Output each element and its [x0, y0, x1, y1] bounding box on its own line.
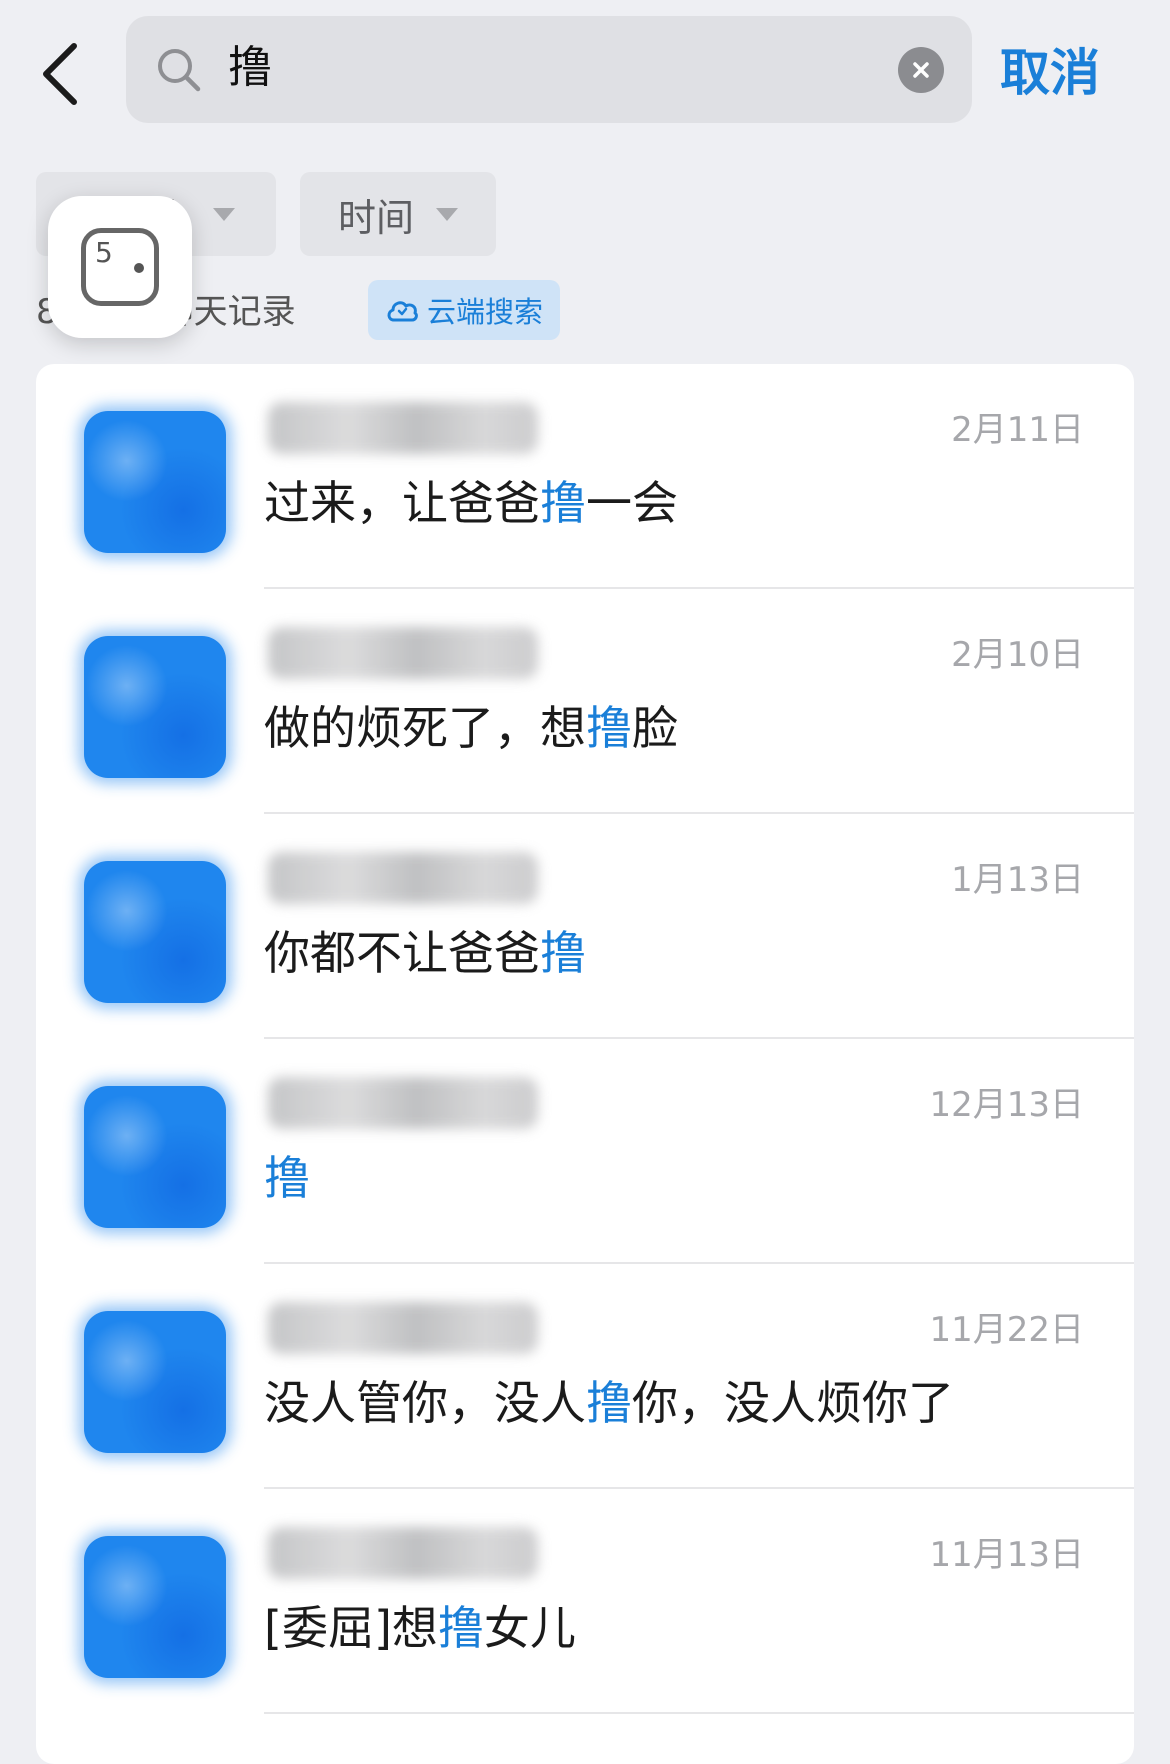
- message-date: 2月10日: [951, 635, 1084, 675]
- message-snippet: 你都不让爸爸撸: [264, 926, 586, 980]
- contact-name-blurred: [268, 852, 538, 904]
- divider: [264, 1712, 1134, 1714]
- message-snippet: 没人管你，没人撸你，没人烦你了: [264, 1376, 954, 1430]
- caret-down-icon: [213, 207, 235, 221]
- message-snippet: 撸: [264, 1145, 310, 1211]
- cloud-search-label: 云端搜索: [426, 295, 543, 329]
- contact-name-blurred: [268, 1527, 538, 1579]
- back-button[interactable]: [30, 34, 90, 114]
- list-item[interactable]: 2月10日 做的烦死了，想撸脸: [36, 589, 1134, 814]
- keyword-highlight: 撸: [264, 1151, 310, 1205]
- badge-dot: [134, 263, 144, 273]
- list-item[interactable]: 2月11日 过来，让爸爸撸一会: [36, 364, 1134, 589]
- message-date: 11月22日: [929, 1310, 1084, 1350]
- message-date: 2月11日: [951, 410, 1084, 450]
- avatar: [84, 861, 226, 1003]
- avatar: [84, 636, 226, 778]
- cancel-button[interactable]: 取消: [1000, 38, 1100, 108]
- contact-name-blurred: [268, 1077, 538, 1129]
- results-list: 2月11日 过来，让爸爸撸一会 2月10日 做的烦死了，想撸脸 1月13日 你都…: [36, 364, 1134, 1764]
- message-snippet: [委屈]想撸女儿: [264, 1601, 576, 1655]
- clear-search-button[interactable]: [898, 47, 944, 93]
- list-item[interactable]: 12月13日 撸: [36, 1039, 1134, 1264]
- badge-number: 5: [95, 236, 113, 269]
- search-input[interactable]: 撸: [228, 38, 272, 98]
- message-date: 11月13日: [929, 1535, 1084, 1575]
- avatar: [84, 1536, 226, 1678]
- message-snippet: 做的烦死了，想撸脸: [264, 701, 678, 755]
- list-item[interactable]: 11月13日 [委屈]想撸女儿: [36, 1489, 1134, 1714]
- message-snippet: 过来，让爸爸撸一会: [264, 476, 678, 530]
- keyword-highlight: 撸: [540, 926, 586, 980]
- keyword-highlight: 撸: [586, 701, 632, 755]
- avatar: [84, 411, 226, 553]
- keyword-highlight: 撸: [540, 476, 586, 530]
- avatar: [84, 1311, 226, 1453]
- keyword-highlight: 撸: [437, 1601, 484, 1655]
- message-date: 1月13日: [951, 860, 1084, 900]
- list-item[interactable]: 11月22日 没人管你，没人撸你，没人烦你了: [36, 1264, 1134, 1489]
- contact-name-blurred: [268, 627, 538, 679]
- search-icon: [158, 49, 201, 92]
- avatar: [84, 1086, 226, 1228]
- close-icon: [913, 62, 929, 78]
- keyword-highlight: 撸: [586, 1376, 632, 1430]
- caret-down-icon: [436, 207, 458, 221]
- cloud-icon: [387, 301, 418, 322]
- search-bar[interactable]: 撸: [126, 16, 972, 123]
- contact-name-blurred: [268, 402, 538, 454]
- filter-time[interactable]: 时间: [300, 172, 496, 256]
- filter-time-label: 时间: [337, 195, 414, 240]
- message-date: 12月13日: [929, 1085, 1084, 1125]
- dice-icon: 5: [81, 228, 159, 306]
- chevron-left-icon: [43, 43, 77, 105]
- list-item[interactable]: 1月13日 你都不让爸爸撸: [36, 814, 1134, 1039]
- cloud-search-button[interactable]: 云端搜索: [368, 280, 560, 340]
- contact-name-blurred: [268, 1302, 538, 1354]
- floating-badge-button[interactable]: 5: [48, 196, 192, 338]
